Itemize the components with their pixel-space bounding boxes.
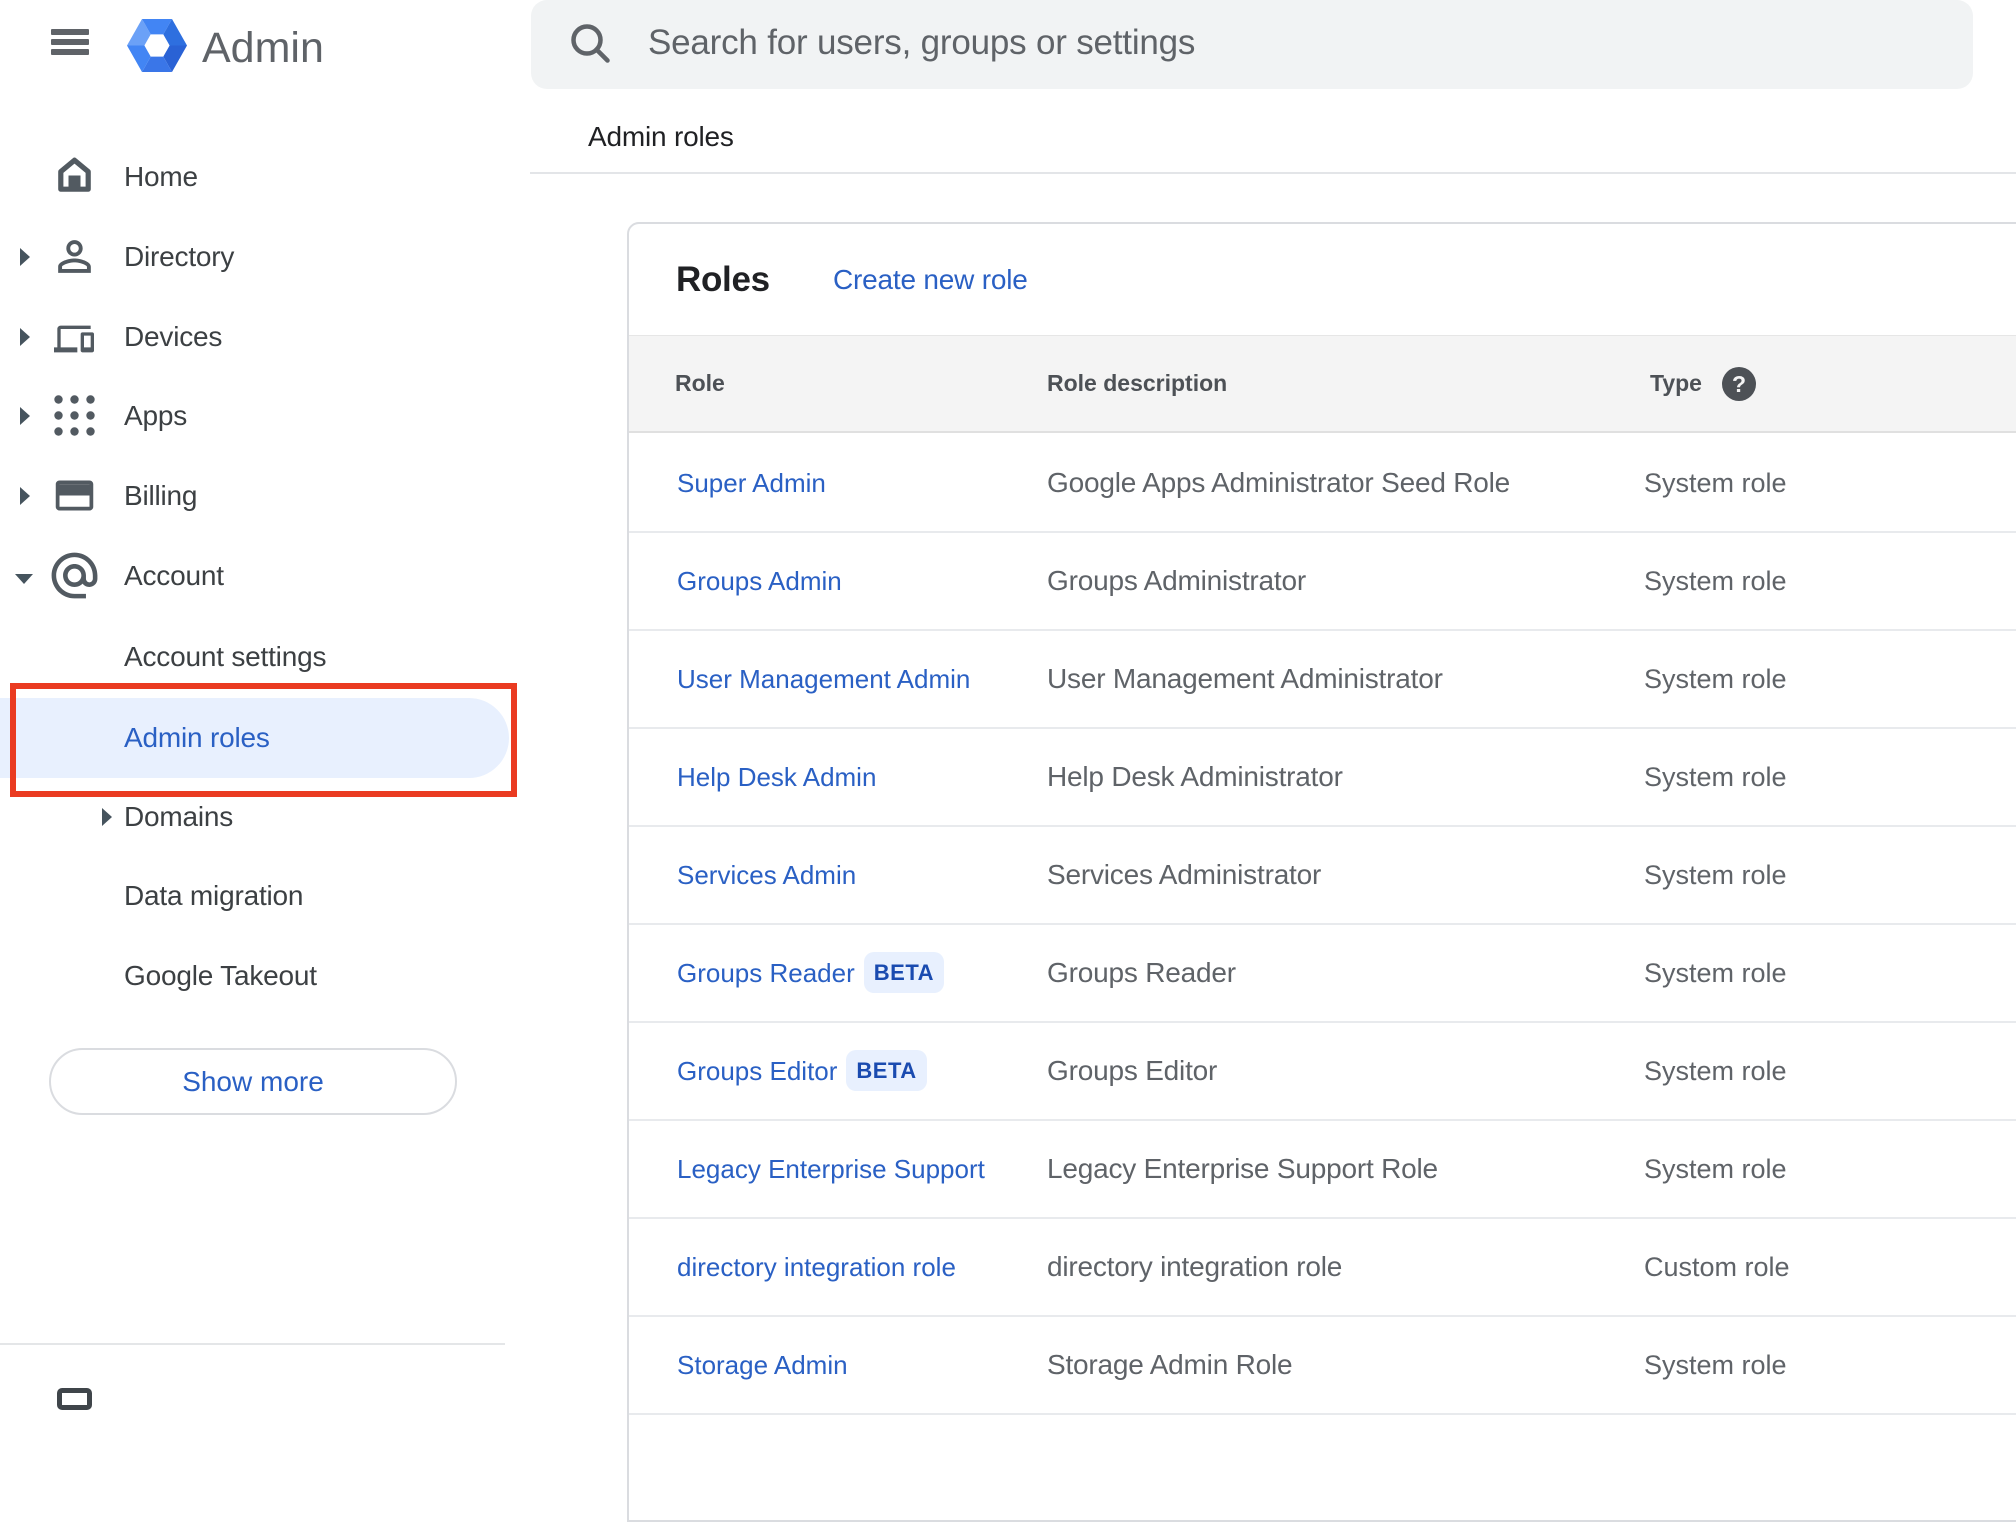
svg-text:?: ? [1732,371,1746,397]
